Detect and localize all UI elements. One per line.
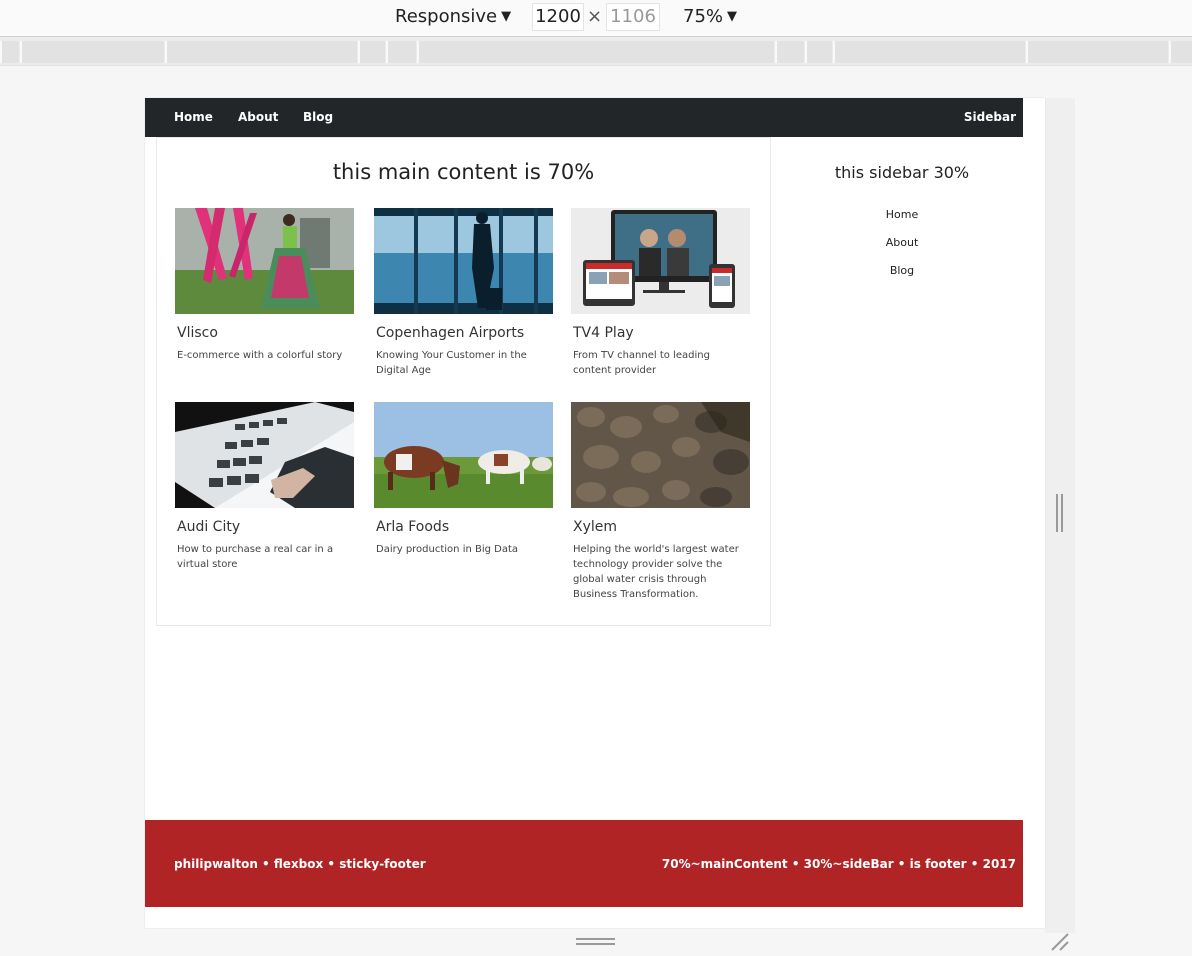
footer: philipwalton • flexbox • sticky-footer 7… — [145, 820, 1023, 907]
resize-handle-right[interactable] — [1056, 494, 1066, 532]
media-query-segment[interactable] — [358, 41, 385, 63]
card-description: From TV channel to leading content provi… — [573, 350, 710, 376]
card-image — [374, 402, 553, 508]
sidebar-link-blog[interactable]: Blog — [787, 264, 1017, 277]
top-navbar: Home About Blog Sidebar — [145, 98, 1023, 137]
viewport-width-input[interactable]: 1200 — [532, 3, 584, 31]
card-description: E-commerce with a colorful story — [177, 350, 343, 361]
devtools-toolbar: Responsive ▼ 1200 × 1106 75% ▼ — [0, 0, 1192, 37]
card-image — [571, 208, 750, 314]
media-query-segment[interactable] — [417, 41, 774, 63]
sidebar-link-about[interactable]: About — [787, 236, 1017, 249]
card-arla-foods[interactable]: Arla Foods Dairy production in Big Data — [374, 402, 553, 557]
resize-handle-bottom[interactable] — [576, 938, 615, 946]
card-title: Vlisco — [177, 325, 218, 341]
card-xylem[interactable]: Xylem Helping the world's largest water … — [571, 402, 750, 602]
card-image — [571, 402, 750, 508]
media-query-segment[interactable] — [20, 41, 164, 63]
nav-blog-link[interactable]: Blog — [303, 110, 333, 124]
chevron-down-icon: ▼ — [501, 9, 512, 24]
sidebar-title: this sidebar 30% — [834, 163, 970, 182]
times-icon: × — [587, 6, 603, 27]
zoom-dropdown[interactable]: 75% ▼ — [683, 6, 737, 27]
chevron-down-icon: ▼ — [727, 9, 738, 24]
emulated-viewport: Home About Blog Sidebar this main conten… — [145, 98, 1045, 928]
card-tv4-play[interactable]: TV4 Play From TV channel to leading cont… — [571, 208, 750, 378]
card-title: Audi City — [177, 519, 241, 535]
card-title: Copenhagen Airports — [376, 325, 525, 341]
nav-home-link[interactable]: Home — [174, 110, 213, 124]
main-title: this main content is 70% — [332, 160, 595, 184]
footer-right-text: 70%~mainContent • 30%~sideBar • is foote… — [661, 857, 1016, 871]
sidebar-link-home[interactable]: Home — [787, 208, 1017, 221]
card-copenhagen-airports[interactable]: Copenhagen Airports Knowing Your Custome… — [374, 208, 553, 378]
card-description: How to purchase a real car in a virtual … — [177, 544, 334, 570]
device-mode-label: Responsive — [395, 6, 498, 27]
viewport-height-input[interactable]: 1106 — [606, 3, 660, 31]
card-description: Helping the world's largest water techno… — [573, 544, 739, 600]
media-query-segment[interactable] — [775, 41, 804, 63]
media-query-segment[interactable] — [0, 41, 19, 63]
zoom-label: 75% — [683, 6, 724, 27]
media-query-segment[interactable] — [805, 41, 832, 63]
main-content: this main content is 70% Vlisco E-commer… — [156, 137, 771, 626]
card-image — [374, 208, 553, 314]
media-query-segment[interactable] — [165, 41, 357, 63]
media-query-segment[interactable] — [833, 41, 1025, 63]
card-title: Xylem — [573, 519, 618, 535]
card-image — [175, 208, 354, 314]
card-title: TV4 Play — [573, 325, 634, 341]
nav-sidebar-link[interactable]: Sidebar — [964, 110, 1016, 124]
card-description: Knowing Your Customer in the Digital Age — [376, 350, 527, 376]
card-vlisco[interactable]: Vlisco E-commerce with a colorful story — [175, 208, 354, 363]
media-query-segment[interactable] — [1026, 41, 1168, 63]
card-title: Arla Foods — [376, 519, 450, 535]
media-query-segment[interactable] — [1169, 41, 1192, 63]
nav-about-link[interactable]: About — [238, 110, 278, 124]
card-audi-city[interactable]: Audi City How to purchase a real car in … — [175, 402, 354, 572]
card-image — [175, 402, 354, 508]
media-query-bar — [0, 37, 1192, 66]
footer-left-text: philipwalton • flexbox • sticky-footer — [174, 857, 426, 871]
card-description: Dairy production in Big Data — [376, 544, 519, 555]
device-mode-dropdown[interactable]: Responsive ▼ — [395, 6, 511, 27]
resize-corner-icon[interactable] — [1050, 932, 1070, 952]
media-query-segment[interactable] — [386, 41, 416, 63]
